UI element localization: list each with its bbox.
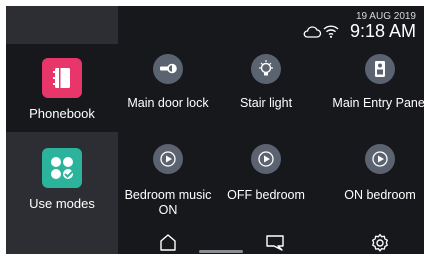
sidebar-item-phonebook[interactable]: Phonebook bbox=[6, 44, 118, 132]
settings-button[interactable] bbox=[368, 230, 392, 254]
sidebar-item-use-modes[interactable]: Use modes bbox=[6, 132, 118, 220]
wifi-icon bbox=[323, 24, 339, 43]
tile-main-door-lock[interactable]: Main door lock bbox=[118, 54, 218, 124]
home-icon bbox=[156, 234, 180, 254]
play-icon bbox=[365, 144, 395, 174]
status-bar: 19 AUG 2019 9:18 AM bbox=[276, 9, 416, 43]
tile-label: ON bedroom bbox=[344, 188, 416, 202]
phonebook-icon bbox=[42, 58, 82, 98]
play-icon bbox=[153, 144, 183, 174]
chat-button[interactable] bbox=[263, 230, 287, 254]
cloud-icon bbox=[302, 25, 322, 44]
tile-off-bedroom[interactable]: OFF bedroom bbox=[216, 144, 316, 214]
entry-panel-icon bbox=[365, 54, 395, 84]
tile-label: Main door lock bbox=[127, 96, 209, 110]
tile-label: OFF bedroom bbox=[227, 188, 305, 202]
tile-bedroom-music-on[interactable]: Bedroom music ON bbox=[118, 144, 218, 224]
home-indicator[interactable] bbox=[199, 250, 243, 253]
tile-stair-light[interactable]: Stair light bbox=[216, 54, 316, 124]
tile-label: Bedroom music ON bbox=[124, 188, 212, 217]
light-bulb-icon bbox=[251, 54, 281, 84]
tile-main-entry-panel[interactable]: Main Entry Panel bbox=[330, 54, 424, 134]
tile-label: Stair light bbox=[239, 96, 293, 110]
settings-icon bbox=[368, 233, 392, 254]
sidebar: Phonebook Use modes bbox=[6, 6, 118, 254]
home-button[interactable] bbox=[156, 230, 180, 254]
sidebar-item-label: Phonebook bbox=[29, 106, 95, 121]
sidebar-header bbox=[6, 6, 118, 44]
play-icon bbox=[251, 144, 281, 174]
device-screen: Phonebook Use modes 19 AUG 2019 9:18 AM … bbox=[6, 6, 424, 254]
time-text: 9:18 AM bbox=[349, 21, 416, 41]
use-modes-icon bbox=[42, 148, 82, 188]
tile-label: Main Entry Panel bbox=[332, 96, 424, 110]
door-lock-icon bbox=[153, 54, 183, 84]
sidebar-item-label: Use modes bbox=[29, 196, 95, 211]
tile-on-bedroom[interactable]: ON bedroom bbox=[330, 144, 424, 214]
chat-icon bbox=[263, 235, 287, 254]
